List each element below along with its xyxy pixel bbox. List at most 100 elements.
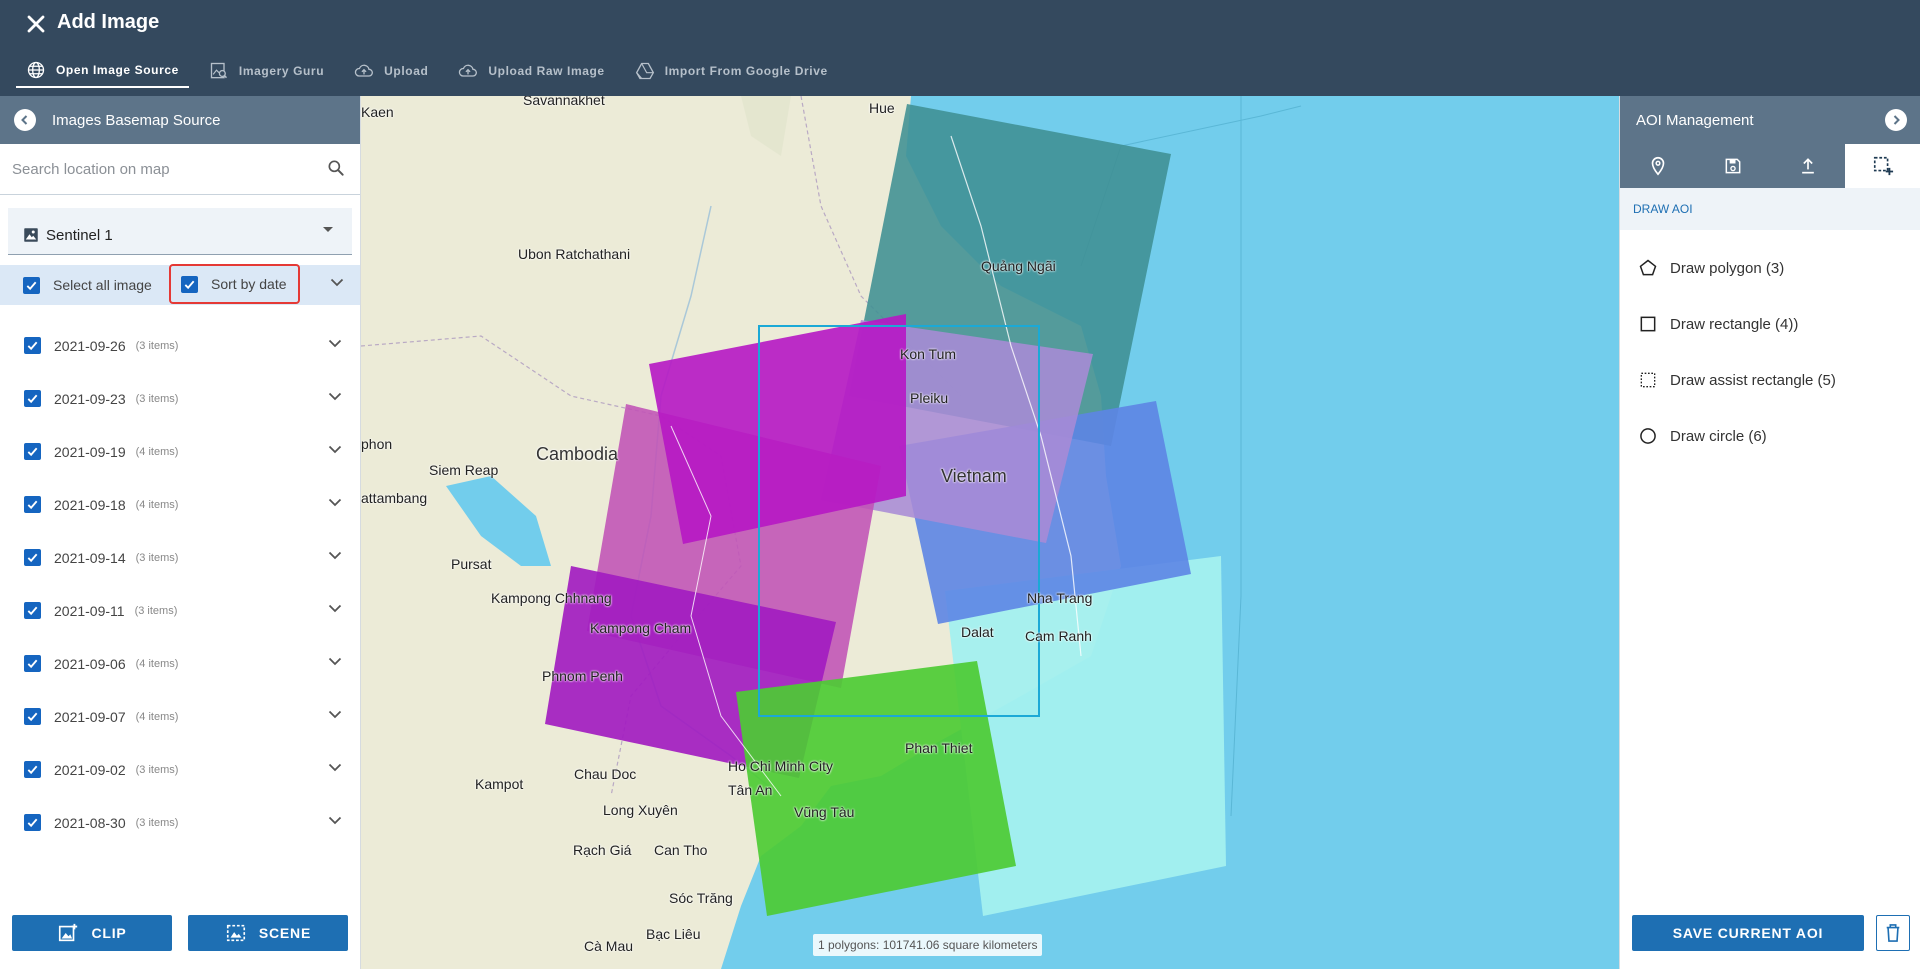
list-item[interactable]: 2021-09-18 (4 items) <box>0 478 360 531</box>
close-icon[interactable] <box>22 10 50 38</box>
date-checkbox[interactable] <box>24 814 41 831</box>
list-item[interactable]: 2021-09-26 (3 items) <box>0 319 360 372</box>
section-label: DRAW AOI <box>1633 202 1693 216</box>
map-label: Long Xuyên <box>603 802 678 818</box>
draw-circle-tool[interactable]: Draw circle (6) <box>1620 408 1920 464</box>
item-count: (4 items) <box>135 710 179 723</box>
date-checkbox[interactable] <box>24 655 41 672</box>
chevron-down-icon[interactable] <box>328 710 342 719</box>
date-label: 2021-09-11 <box>54 602 125 619</box>
chevron-down-icon[interactable] <box>328 498 342 507</box>
search-icon[interactable] <box>326 158 346 178</box>
chevron-down-icon[interactable] <box>328 816 342 825</box>
checkmark-icon <box>26 281 37 290</box>
map-label: Vũng Tàu <box>794 804 855 820</box>
date-label: 2021-09-19 <box>54 443 126 460</box>
tab-imagery-guru[interactable]: Imagery Guru <box>199 54 334 88</box>
list-item[interactable]: 2021-09-07 (4 items) <box>0 690 360 743</box>
map-label: Kampong Chhnang <box>491 590 612 606</box>
checkmark-icon <box>27 447 38 457</box>
checkmark-icon <box>27 394 38 404</box>
chevron-down-icon[interactable] <box>328 657 342 666</box>
sort-by-date-checkbox[interactable] <box>181 275 198 293</box>
save-current-aoi-button[interactable]: SAVE CURRENT AOI <box>1632 915 1864 951</box>
chevron-down-icon[interactable] <box>328 339 342 348</box>
map-label: Kampot <box>475 776 524 792</box>
list-item[interactable]: 2021-09-14 (3 items) <box>0 531 360 584</box>
map-label: Quảng Ngãi <box>981 258 1056 274</box>
map-label: phon <box>361 436 393 452</box>
date-label: 2021-09-07 <box>54 708 126 725</box>
tab-upload-raw-image[interactable]: Upload Raw Image <box>448 54 614 88</box>
caret-down-icon <box>323 227 333 232</box>
draw-polygon-tool[interactable]: Draw polygon (3) <box>1620 240 1920 296</box>
list-item[interactable]: 2021-09-11 (3 items) <box>0 584 360 637</box>
tab-save[interactable] <box>1695 144 1770 188</box>
chevron-down-icon[interactable] <box>328 551 342 560</box>
map-label: Kaen <box>361 104 394 120</box>
tab-import-google-drive[interactable]: Import From Google Drive <box>625 54 838 88</box>
source-tabs: Open Image Source Imagery Guru Upload Up… <box>16 54 848 88</box>
draw-rectangle-tool[interactable]: Draw rectangle (4)) <box>1620 296 1920 352</box>
circle-icon <box>1640 428 1656 444</box>
tab-upload[interactable]: Upload <box>344 54 438 88</box>
tab-open-image-source[interactable]: Open Image Source <box>16 54 189 88</box>
image-icon <box>24 228 38 242</box>
date-checkbox[interactable] <box>24 496 41 513</box>
item-count: (3 items) <box>134 604 178 617</box>
delete-aoi-button[interactable] <box>1876 915 1910 951</box>
page-title: Add Image <box>57 11 160 33</box>
date-checkbox[interactable] <box>24 390 41 407</box>
tab-upload[interactable] <box>1770 144 1845 188</box>
chevron-down-icon[interactable] <box>330 278 344 287</box>
checkmark-icon <box>27 765 38 775</box>
chevron-down-icon[interactable] <box>328 604 342 613</box>
date-checkbox[interactable] <box>24 443 41 460</box>
map-canvas[interactable]: Savannakhet Hue Kaen Ubon Ratchathani Qu… <box>361 96 1619 969</box>
aoi-management-panel: AOI Management DRAW AOI Draw polygon (3)… <box>1619 96 1920 969</box>
collapse-panel-button[interactable] <box>14 109 36 131</box>
app-header: Add Image Open Image Source Imagery Guru… <box>0 0 1920 96</box>
list-item[interactable]: 2021-09-19 (4 items) <box>0 425 360 478</box>
sort-by-date-label: Sort by date <box>211 276 287 292</box>
date-checkbox[interactable] <box>24 549 41 566</box>
checkmark-icon <box>27 659 38 669</box>
checkmark-icon <box>27 712 38 722</box>
chevron-left-icon <box>21 115 28 125</box>
map-label: Phan Thiet <box>905 740 973 756</box>
date-checkbox[interactable] <box>24 761 41 778</box>
checkmark-icon <box>27 341 38 351</box>
dashed-rectangle-icon <box>1640 372 1656 388</box>
collapse-panel-button[interactable] <box>1885 109 1907 131</box>
image-source-select[interactable]: Sentinel 1 <box>8 208 352 255</box>
date-checkbox[interactable] <box>24 337 41 354</box>
chevron-down-icon[interactable] <box>328 445 342 454</box>
chevron-down-icon[interactable] <box>328 763 342 772</box>
basemap-svg <box>361 96 1302 969</box>
tab-location[interactable] <box>1620 144 1695 188</box>
map-label: Sóc Trăng <box>669 890 733 906</box>
select-all-checkbox[interactable] <box>23 276 40 294</box>
draw-assist-rectangle-tool[interactable]: Draw assist rectangle (5) <box>1620 352 1920 408</box>
map-label: Cam Ranh <box>1025 628 1092 644</box>
clip-button[interactable]: CLIP <box>12 915 172 951</box>
date-label: 2021-09-14 <box>54 549 126 566</box>
scene-label: SCENE <box>258 925 312 941</box>
images-basemap-panel: Images Basemap Source Sentinel 1 Select … <box>0 96 361 969</box>
checkmark-icon <box>184 280 195 289</box>
list-item[interactable]: 2021-08-30 (3 items) <box>0 796 360 849</box>
list-item[interactable]: 2021-09-02 (3 items) <box>0 743 360 796</box>
tab-label: Upload <box>384 64 429 78</box>
scene-icon <box>226 924 245 942</box>
date-checkbox[interactable] <box>24 708 41 725</box>
map-label: Phnom Penh <box>542 668 623 684</box>
date-checkbox[interactable] <box>24 602 41 619</box>
item-count: (4 items) <box>135 445 179 458</box>
chevron-down-icon[interactable] <box>328 392 342 401</box>
tab-draw-aoi[interactable] <box>1845 144 1920 188</box>
search-input[interactable] <box>0 144 324 194</box>
date-label: 2021-09-26 <box>54 337 126 354</box>
scene-button[interactable]: SCENE <box>188 915 348 951</box>
list-item[interactable]: 2021-09-06 (4 items) <box>0 637 360 690</box>
list-item[interactable]: 2021-09-23 (3 items) <box>0 372 360 425</box>
